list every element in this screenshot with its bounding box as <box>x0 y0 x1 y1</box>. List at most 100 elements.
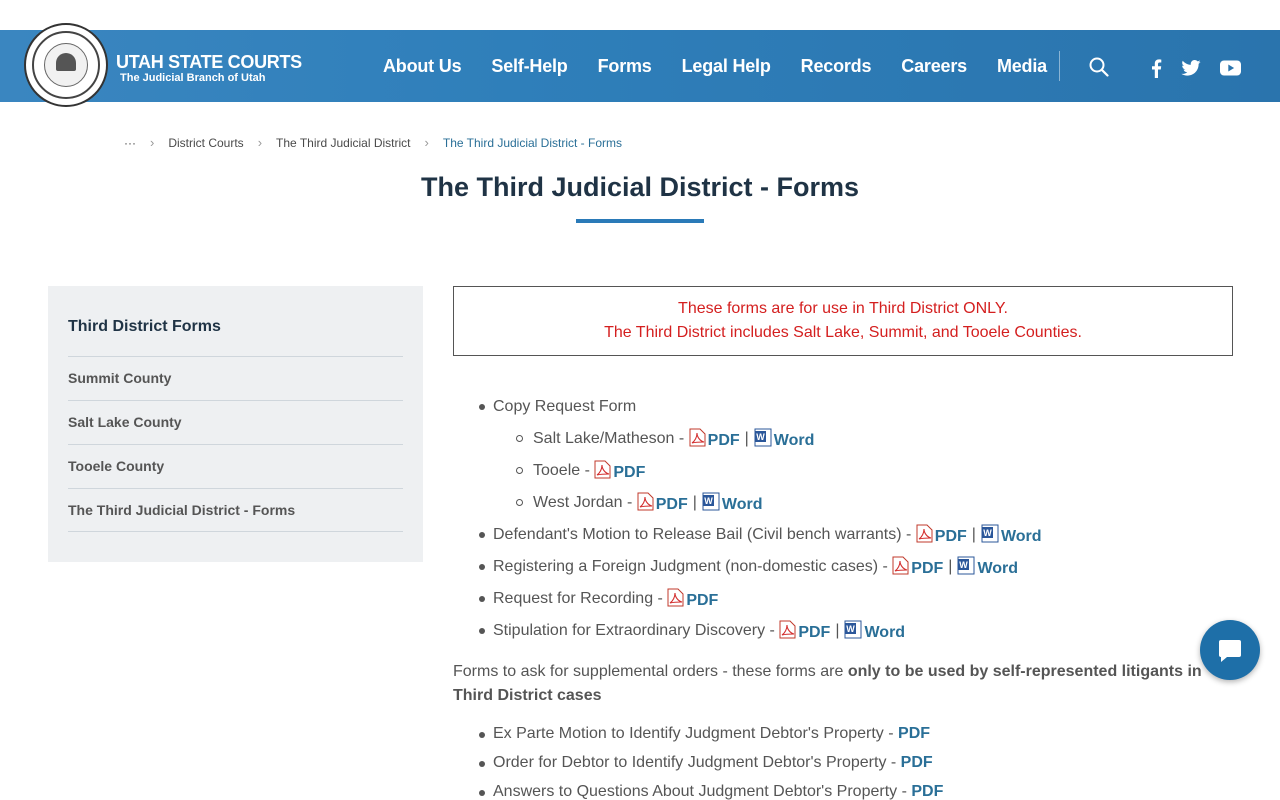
west-jordan-pdf-link[interactable]: PDF <box>637 492 688 514</box>
sidebar-item-summit-county[interactable]: Summit County <box>68 356 403 400</box>
list-item-answers: Answers to Questions About Judgment Debt… <box>493 783 943 800</box>
pdf-icon <box>637 492 654 511</box>
list-bullet <box>479 732 485 738</box>
supplemental-intro: Forms to ask for supplemental orders - t… <box>453 660 1233 708</box>
link-separator: | <box>835 622 840 639</box>
pdf-icon <box>779 620 796 639</box>
copy-request-label: Copy Request Form <box>493 398 637 415</box>
sidebar-item-salt-lake-county[interactable]: Salt Lake County <box>68 400 403 444</box>
link-separator: | <box>692 494 697 511</box>
list-item-salt-lake: Salt Lake/Matheson - PDF | W Word <box>533 428 814 450</box>
nav-records[interactable]: Records <box>801 56 872 77</box>
svg-text:W: W <box>983 528 992 538</box>
breadcrumb-district-courts[interactable]: District Courts <box>168 136 243 150</box>
breadcrumb-chevron-icon: › <box>424 135 429 150</box>
list-bullet <box>479 564 485 570</box>
breadcrumb-ellipsis[interactable]: ··· <box>124 136 136 150</box>
recording-pdf-link[interactable]: PDF <box>667 588 718 610</box>
ex-parte-pdf-link[interactable]: PDF <box>898 725 930 743</box>
pdf-icon <box>667 588 684 607</box>
notice-line-2: The Third District includes Salt Lake, S… <box>604 324 1082 341</box>
pdf-icon <box>892 556 909 575</box>
search-icon[interactable] <box>1089 57 1109 82</box>
list-item-stipulation: Stipulation for Extraordinary Discovery … <box>493 620 905 642</box>
sidebar-divider <box>68 531 403 532</box>
list-bullet <box>479 790 485 796</box>
sidebar-heading: Third District Forms <box>68 318 221 335</box>
word-icon: W <box>957 556 975 575</box>
list-item-foreign-judgment: Registering a Foreign Judgment (non-dome… <box>493 556 1018 578</box>
answers-pdf-link[interactable]: PDF <box>911 783 943 800</box>
foreign-judgment-pdf-link[interactable]: PDF <box>892 556 943 578</box>
breadcrumb-third-district[interactable]: The Third Judicial District <box>276 136 410 150</box>
nav-self-help[interactable]: Self-Help <box>491 56 567 77</box>
logo-subtitle: The Judicial Branch of Utah <box>120 72 266 84</box>
tooele-label: Tooele - <box>533 462 595 479</box>
notice-box: These forms are for use in Third Distric… <box>453 286 1233 356</box>
pdf-icon <box>916 524 933 543</box>
page-title: The Third Judicial District - Forms <box>420 172 860 202</box>
nav-forms[interactable]: Forms <box>598 56 652 77</box>
pdf-icon <box>689 428 706 447</box>
main-nav: About Us Self-Help Forms Legal Help Reco… <box>383 56 1077 77</box>
list-bullet <box>479 404 485 410</box>
pdf-icon <box>594 460 611 479</box>
salt-lake-pdf-link[interactable]: PDF <box>689 428 740 450</box>
order-debtor-pdf-link[interactable]: PDF <box>901 754 933 772</box>
logo-title[interactable]: UTAH STATE COURTS <box>116 52 302 73</box>
list-bullet <box>479 628 485 634</box>
twitter-icon[interactable] <box>1181 60 1201 81</box>
foreign-judgment-word-link[interactable]: W Word <box>957 556 1018 578</box>
defendant-motion-pdf-link[interactable]: PDF <box>916 524 967 546</box>
sidebar: Third District Forms Summit County Salt … <box>48 286 423 562</box>
nav-careers[interactable]: Careers <box>901 56 967 77</box>
svg-text:W: W <box>704 496 713 506</box>
supplemental-intro-text: Forms to ask for supplemental orders - t… <box>453 663 848 680</box>
chat-bubble-icon <box>1219 640 1241 662</box>
foreign-judgment-label: Registering a Foreign Judgment (non-dome… <box>493 558 893 575</box>
west-jordan-word-link[interactable]: W Word <box>702 492 763 514</box>
link-separator: | <box>948 558 953 575</box>
list-item-tooele: Tooele - PDF <box>533 460 645 482</box>
sub-bullet <box>516 435 523 442</box>
youtube-icon[interactable] <box>1220 60 1241 81</box>
link-separator: | <box>744 430 749 447</box>
salt-lake-label: Salt Lake/Matheson - <box>533 430 689 447</box>
tooele-pdf-link[interactable]: PDF <box>594 460 645 482</box>
breadcrumb: ··· › District Courts › The Third Judici… <box>124 135 622 150</box>
list-item-defendant-motion: Defendant's Motion to Release Bail (Civi… <box>493 524 1042 546</box>
answers-label: Answers to Questions About Judgment Debt… <box>493 783 912 800</box>
notice-line-1: These forms are for use in Third Distric… <box>678 300 1008 317</box>
defendant-motion-word-link[interactable]: W Word <box>981 524 1042 546</box>
nav-legal-help[interactable]: Legal Help <box>682 56 771 77</box>
word-icon: W <box>981 524 999 543</box>
sidebar-item-tooele-county[interactable]: Tooele County <box>68 444 403 488</box>
breadcrumb-chevron-icon: › <box>257 135 263 150</box>
beehive-icon <box>56 53 76 71</box>
list-bullet <box>479 761 485 767</box>
ex-parte-label: Ex Parte Motion to Identify Judgment Deb… <box>493 725 899 742</box>
list-bullet <box>479 596 485 602</box>
facebook-icon[interactable] <box>1150 59 1162 83</box>
stipulation-word-link[interactable]: W Word <box>844 620 905 642</box>
nav-media[interactable]: Media <box>997 56 1047 77</box>
breadcrumb-current: The Third Judicial District - Forms <box>442 135 623 150</box>
salt-lake-word-link[interactable]: W Word <box>754 428 814 450</box>
list-item-copy-request: Copy Request Form <box>493 398 636 416</box>
breadcrumb-chevron-icon: › <box>150 135 155 150</box>
stipulation-label: Stipulation for Extraordinary Discovery … <box>493 622 780 639</box>
stipulation-pdf-link[interactable]: PDF <box>779 620 830 642</box>
title-underline <box>576 219 704 223</box>
recording-label: Request for Recording - <box>493 590 668 607</box>
sidebar-item-third-district-forms[interactable]: The Third Judicial District - Forms <box>68 488 403 532</box>
chat-button[interactable] <box>1200 620 1260 680</box>
list-item-recording: Request for Recording - PDF <box>493 588 718 610</box>
sub-bullet <box>516 499 523 506</box>
svg-text:W: W <box>756 432 765 442</box>
svg-text:W: W <box>847 624 856 634</box>
svg-text:W: W <box>960 560 969 570</box>
nav-about-us[interactable]: About Us <box>383 56 462 77</box>
list-bullet <box>479 532 485 538</box>
utah-courts-seal-logo[interactable] <box>24 23 108 107</box>
top-strip <box>0 0 1280 30</box>
